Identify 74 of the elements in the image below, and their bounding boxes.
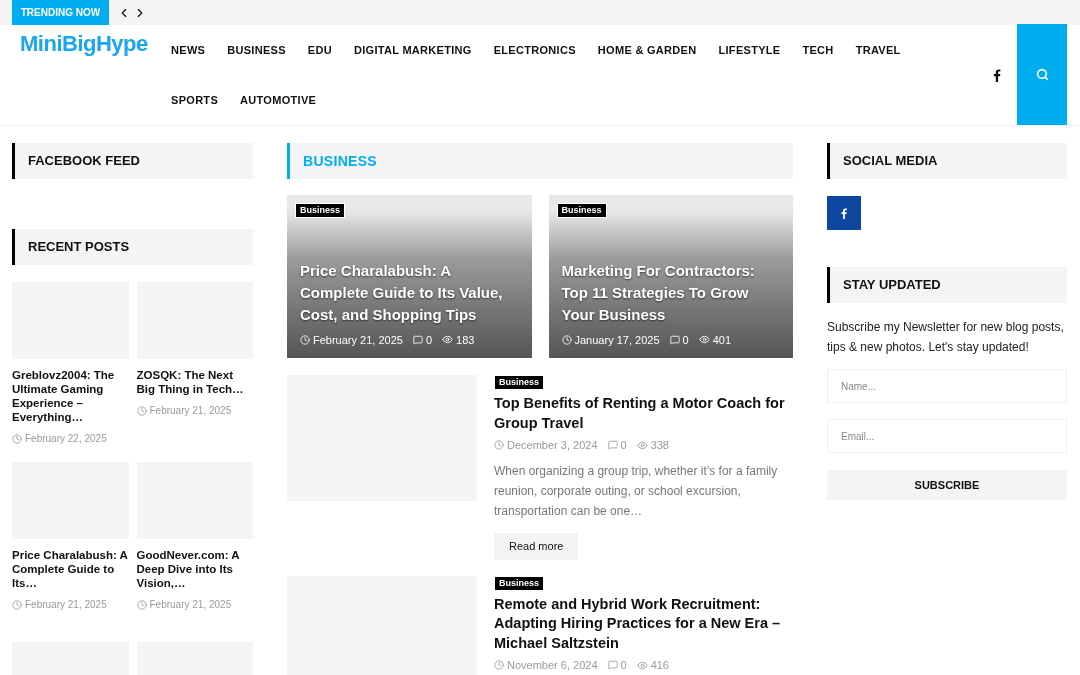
- comment-count: 0: [607, 657, 627, 674]
- view-count: 416: [636, 657, 669, 674]
- trending-label: TRENDING NOW: [12, 0, 109, 25]
- nav-link[interactable]: NEWS: [160, 25, 217, 75]
- comment-icon: [412, 334, 423, 345]
- clock-icon: [494, 660, 504, 671]
- widget-title: SOCIAL MEDIA: [827, 143, 1067, 179]
- category-tag[interactable]: Business: [295, 203, 346, 218]
- post-date: February 21, 2025: [136, 597, 253, 612]
- clock-icon: [12, 599, 22, 610]
- post-date: January 17, 2025: [561, 331, 660, 348]
- section-title: BUSINESS: [287, 143, 793, 179]
- search-icon: [1035, 68, 1049, 81]
- comment-icon: [607, 660, 618, 671]
- comment-icon: [669, 334, 680, 345]
- nav-link[interactable]: DIGITAL MARKETING: [342, 25, 483, 75]
- post-date: November 6, 2024: [494, 657, 598, 674]
- view-count: 338: [636, 437, 669, 454]
- post-title[interactable]: ZOSQK: The Next Big Thing in Tech…: [136, 368, 253, 396]
- category-tag[interactable]: Business: [556, 203, 607, 218]
- name-field[interactable]: Name...: [827, 369, 1067, 403]
- category-tag[interactable]: Business: [494, 575, 545, 591]
- post-excerpt: When organizing a group trip, whether it’s for a family reunion, corporate outing, or school excursion, transportation can be one…: [494, 462, 779, 520]
- facebook-icon: [841, 207, 847, 219]
- view-count: 183: [442, 331, 475, 348]
- post-title[interactable]: Remote and Hybrid Work Recruitment: Adapting Hiring Practices for a New Era – Michael Saltzstein: [494, 594, 793, 653]
- clock-icon: [136, 599, 147, 610]
- nav-link[interactable]: BUSINESS: [216, 25, 297, 75]
- clock-icon: [136, 405, 147, 416]
- nav-link[interactable]: EDU: [296, 25, 343, 75]
- nav-link[interactable]: TRAVEL: [844, 25, 912, 75]
- post-title[interactable]: Top Benefits of Renting a Motor Coach for Group Travel: [494, 394, 793, 433]
- clock-icon: [12, 433, 22, 444]
- read-more-button[interactable]: Read more: [494, 532, 579, 560]
- comment-icon: [607, 440, 618, 451]
- comment-count: 0: [412, 331, 432, 348]
- widget-title: FACEBOOK FEED: [12, 143, 253, 179]
- comment-count: 0: [669, 331, 689, 348]
- subscribe-button[interactable]: SUBSCRIBE: [827, 470, 1067, 500]
- clock-icon: [300, 334, 310, 345]
- featured-title[interactable]: Marketing For Contractors: Top 11 Strategies To Grow Your Business: [561, 259, 780, 326]
- nav-link[interactable]: LIFESTYLE: [707, 25, 792, 75]
- post-date: February 21, 2025: [12, 597, 129, 612]
- post-date: February 22, 2025: [12, 431, 129, 446]
- eye-icon: [636, 659, 648, 671]
- facebook-icon: [993, 68, 1001, 82]
- facebook-button[interactable]: [827, 196, 861, 230]
- widget-title: STAY UPDATED: [827, 267, 1067, 303]
- newsletter-text: Subscribe my Newsletter for new blog posts, tips & new photos. Let's stay updated!: [827, 319, 1065, 356]
- post-title[interactable]: GoodNever.com: A Deep Dive into Its Vision,…: [136, 548, 253, 590]
- eye-icon: [442, 334, 453, 346]
- nav-link[interactable]: SPORTS: [160, 75, 230, 125]
- eye-icon: [636, 439, 648, 451]
- post-date: February 21, 2025: [300, 331, 403, 348]
- clock-icon: [561, 334, 572, 345]
- featured-card[interactable]: Business Marketing For Contractors: Top 11 Strategies To Grow Your Business January 17, 2025 0 401: [548, 195, 793, 358]
- view-count: 401: [698, 331, 731, 348]
- nav-link[interactable]: ELECTRONICS: [482, 25, 587, 75]
- search-button[interactable]: [1017, 24, 1067, 125]
- post-title[interactable]: Greblovz2004: The Ultimate Gaming Experience – Everything…: [12, 368, 129, 424]
- eye-icon: [698, 334, 710, 346]
- widget-title: RECENT POSTS: [12, 229, 253, 265]
- post-date: December 3, 2024: [494, 437, 598, 454]
- nav-link[interactable]: AUTOMOTIVE: [229, 75, 328, 125]
- nav-link[interactable]: HOME & GARDEN: [586, 25, 708, 75]
- email-field[interactable]: Email...: [827, 419, 1067, 453]
- category-tag[interactable]: Business: [494, 375, 545, 390]
- post-date: February 21, 2025: [136, 403, 253, 418]
- comment-count: 0: [607, 437, 627, 454]
- nav-link[interactable]: TECH: [791, 25, 845, 75]
- featured-title[interactable]: Price Charalabush: A Complete Guide to Its Value, Cost, and Shopping Tips: [300, 259, 519, 326]
- clock-icon: [494, 440, 504, 451]
- post-title[interactable]: Price Charalabush: A Complete Guide to Its…: [12, 548, 129, 590]
- featured-card[interactable]: Business Price Charalabush: A Complete Guide to Its Value, Cost, and Shopping Tips February 21, 2025 0 183: [287, 195, 532, 358]
